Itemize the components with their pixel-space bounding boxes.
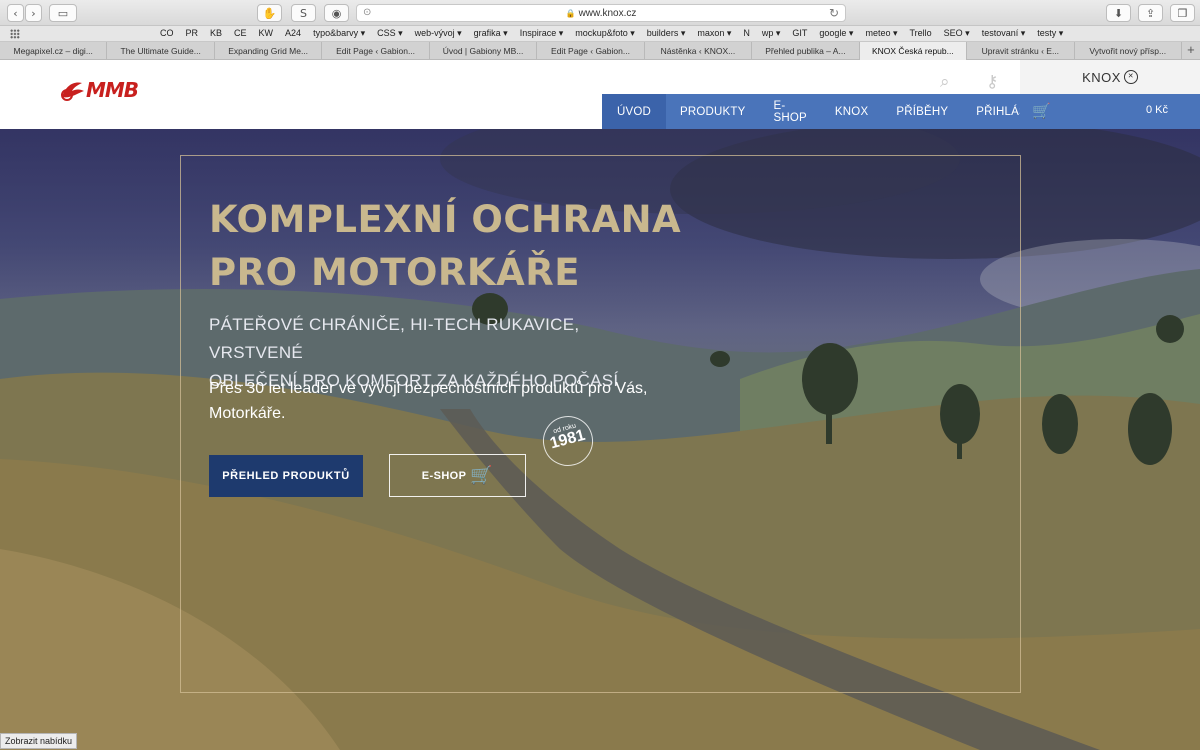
browser-toolbar: ‹ › ▭ ✋ S ◉ ⊙ 🔒 www.knox.cz ↻ ⬇ ⇪ ❐ (0, 0, 1200, 26)
hero-subtitle-line1: PÁTEŘOVÉ CHRÁNIČE, HI-TECH RUKAVICE, VRS… (209, 315, 580, 362)
sidebar-icon[interactable]: ▭ (49, 4, 77, 22)
bookmark-item[interactable]: mockup&foto ▾ (575, 28, 635, 39)
browser-tab[interactable]: Přehled publika – A... (752, 42, 860, 60)
bookmark-item[interactable]: A24 (285, 28, 301, 39)
hero-title: KOMPLEXNÍ OCHRANA PRO MOTORKÁŘE (209, 193, 729, 299)
share-icon[interactable]: ⇪ (1138, 4, 1163, 22)
bookmark-item[interactable]: meteo ▾ (865, 28, 897, 39)
bookmark-item[interactable]: builders ▾ (647, 28, 686, 39)
download-icon[interactable]: ⬇ (1106, 4, 1131, 22)
bookmark-item[interactable]: CO (160, 28, 174, 39)
eshop-button-label: E-SHOP (421, 469, 467, 482)
tab-bar: Megapixel.cz – digi... The Ultimate Guide… (0, 42, 1200, 60)
tabs-overview-icon[interactable]: ❐ (1170, 4, 1195, 22)
cart-total: 0 Kč (1145, 104, 1168, 116)
cart-icon: 🛒 (470, 465, 494, 485)
bookmark-item[interactable]: GIT (792, 28, 807, 39)
browser-tab[interactable]: Edit Page ‹ Gabion... (537, 42, 645, 60)
screenshot-extension-icon[interactable]: ◉ (324, 4, 349, 22)
browser-tab[interactable]: KNOX Česká repub... (859, 42, 968, 60)
browser-tab[interactable]: Nástěnka ‹ KNOX... (645, 42, 753, 60)
bookmark-item[interactable]: CSS ▾ (377, 28, 403, 39)
status-tooltip: Zobrazit nabídku (0, 733, 78, 749)
bookmark-item[interactable]: PR (186, 28, 199, 39)
bookmark-item[interactable]: testovaní ▾ (982, 28, 1026, 39)
address-bar[interactable]: ⊙ 🔒 www.knox.cz ↻ (356, 4, 846, 22)
main-nav: ÚVOD PRODUKTY E-SHOP KNOX PŘÍBĚHY PŘIHLÁSIT (602, 94, 1037, 129)
nav-item[interactable]: KNOX (821, 94, 882, 129)
browser-tab[interactable]: Edit Page ‹ Gabion... (322, 42, 430, 60)
bookmark-item[interactable]: grafika ▾ (474, 28, 508, 39)
bookmark-item[interactable]: KB (210, 28, 222, 39)
browser-tab[interactable]: Megapixel.cz – digi... (0, 42, 108, 60)
bookmark-item[interactable]: KW (259, 28, 274, 39)
site-header: MMB ⌕ ⚷ KNOX ✕ ÚVOD PRODUKTY E-SHOP KNOX PŘÍ… (0, 60, 1200, 129)
bookmark-item[interactable]: Trello (910, 28, 932, 39)
bookmark-item[interactable]: N (743, 28, 750, 39)
nav-item[interactable]: PŘÍBĚHY (882, 94, 962, 129)
bookmark-item[interactable]: google ▾ (819, 28, 853, 39)
grid-icon[interactable] (10, 29, 20, 39)
bookmark-item[interactable]: maxon ▾ (697, 28, 731, 39)
nav-item[interactable]: E-SHOP (760, 94, 821, 129)
hero-description: Přes 30 let leader ve vývoji bezpečnostn… (209, 380, 648, 422)
knox-logo-icon: ✕ (1123, 70, 1138, 84)
browser-tab[interactable]: The Ultimate Guide... (107, 42, 215, 60)
hero-title-line2: PRO MOTORKÁŘE (209, 251, 580, 294)
knox-label: KNOX (1082, 69, 1121, 85)
mmb-logo[interactable]: MMB (58, 77, 139, 103)
eshop-button[interactable]: E-SHOP 🛒 (389, 454, 526, 497)
search-icon[interactable]: ⌕ (940, 72, 950, 92)
bookmark-item[interactable]: wp ▾ (762, 28, 781, 39)
forward-icon[interactable]: › (25, 4, 42, 22)
bookmark-item[interactable]: testy ▾ (1037, 28, 1063, 39)
bookmark-list: CO PR KB CE KW A24 typo&barvy ▾ CSS ▾ web-vývoj … (160, 28, 1075, 39)
s-extension-icon[interactable]: S (291, 4, 316, 22)
new-tab-icon[interactable]: + (1182, 42, 1200, 59)
hero-title-line1: KOMPLEXNÍ OCHRANA (209, 198, 682, 241)
browser-tab[interactable]: Vytvořit nový přísp... (1075, 42, 1182, 60)
nav-item[interactable]: ÚVOD (602, 94, 667, 129)
bird-logo-icon (58, 77, 90, 103)
bookmark-item[interactable]: SEO ▾ (944, 28, 970, 39)
bookmarks-bar: CO PR KB CE KW A24 typo&barvy ▾ CSS ▾ web-vývoj … (0, 26, 1200, 42)
cart-icon[interactable]: 🛒 (1032, 102, 1051, 120)
bookmark-item[interactable]: CE (234, 28, 247, 39)
extension-icon[interactable]: ✋ (257, 4, 282, 22)
back-icon[interactable]: ‹ (7, 4, 24, 22)
url-text: www.knox.cz (578, 8, 637, 19)
cart-bar[interactable]: 🛒 0 Kč (1020, 94, 1200, 129)
browser-tab[interactable]: Úvod | Gabiony MB... (430, 42, 538, 60)
bookmark-item[interactable]: web-vývoj ▾ (415, 28, 462, 39)
key-icon[interactable]: ⚷ (986, 72, 998, 92)
browser-tab[interactable]: Upravit stránku ‹ E... (967, 42, 1075, 60)
bookmark-item[interactable]: typo&barvy ▾ (313, 28, 365, 39)
reload-icon[interactable]: ↻ (829, 6, 839, 20)
logo-text: MMB (86, 78, 139, 102)
knox-brand-link[interactable]: KNOX ✕ (1020, 60, 1200, 94)
lock-icon: 🔒 (565, 9, 576, 18)
products-overview-button[interactable]: PŘEHLED PRODUKTŮ (209, 455, 363, 497)
bookmark-item[interactable]: Inspirace ▾ (520, 28, 564, 39)
hero-section: KOMPLEXNÍ OCHRANA PRO MOTORKÁŘE PÁTEŘOVÉ… (0, 129, 1200, 750)
nav-item[interactable]: PRODUKTY (666, 94, 760, 129)
browser-tab[interactable]: Expanding Grid Me... (215, 42, 323, 60)
